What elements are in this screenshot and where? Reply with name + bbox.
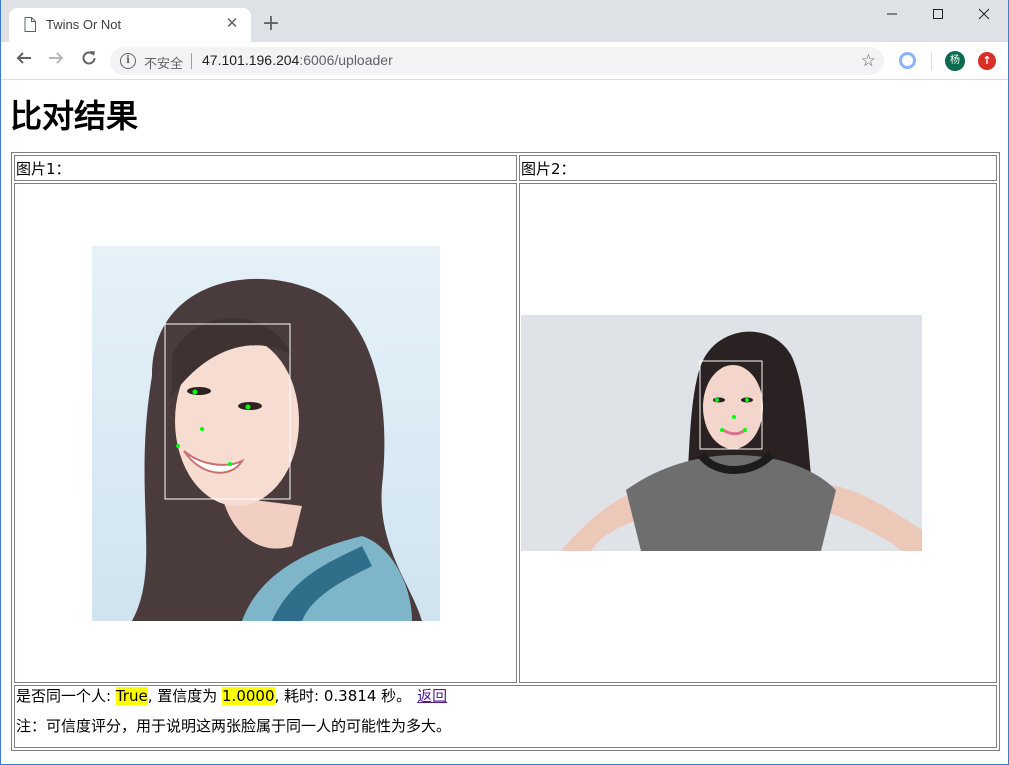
landmark-point xyxy=(732,415,736,419)
result-line: 是否同一个人: True, 置信度为 1.0000, 耗时: 0.3814 秒。… xyxy=(16,687,995,705)
time-prefix: , 耗时: xyxy=(274,687,324,705)
forward-button[interactable] xyxy=(44,49,68,73)
maximize-button[interactable] xyxy=(915,2,961,30)
note-text: 注：可信度评分，用于说明这两张脸属于同一人的可能性为多大。 xyxy=(16,717,452,735)
image2-label: 图片2： xyxy=(519,155,997,181)
arrow-left-icon xyxy=(16,52,31,64)
extension-icon[interactable] xyxy=(899,52,916,69)
minimize-icon xyxy=(887,13,897,15)
tab-strip: Twins Or Not ✕ + xyxy=(1,0,1008,42)
image1-cell xyxy=(14,183,517,683)
bookmark-star-icon[interactable]: ☆ xyxy=(861,51,876,71)
landmark-point xyxy=(227,461,232,466)
landmark-point xyxy=(175,443,180,448)
close-tab-icon[interactable]: ✕ xyxy=(223,14,241,32)
minimize-button[interactable] xyxy=(869,2,915,30)
back-button[interactable] xyxy=(12,49,36,73)
arrow-right-icon xyxy=(49,52,64,64)
profile-avatar[interactable]: 杨 xyxy=(945,51,965,71)
page-title: 比对结果 xyxy=(10,97,139,135)
landmark-point xyxy=(745,398,749,402)
landmark-point xyxy=(720,428,724,432)
landmark-point xyxy=(199,426,204,431)
comparison-table: 图片1： 图片2： 是否同一个人: True, 置信度为 1.0000, 耗时:… xyxy=(11,152,1000,751)
back-link[interactable]: 返回 xyxy=(417,687,447,705)
confidence-prefix: , 置信度为 xyxy=(147,687,223,705)
face-photo-2 xyxy=(521,315,922,551)
url-host: 47.101.196.204 xyxy=(202,52,300,68)
separator xyxy=(931,52,932,70)
close-icon xyxy=(978,8,990,20)
browser-window: Twins Or Not ✕ + i 不安全 47.101.196.204:60… xyxy=(0,0,1009,765)
security-label[interactable]: 不安全 xyxy=(144,53,183,72)
maximize-icon xyxy=(933,9,943,19)
same-person-value: True xyxy=(115,687,148,705)
close-window-button[interactable] xyxy=(961,2,1007,30)
landmark-point xyxy=(743,428,747,432)
page-content: 比对结果 图片1： 图片2： 是否同一个人: True, 置信度为 1.0000… xyxy=(2,81,1008,764)
info-icon[interactable]: i xyxy=(120,53,136,69)
document-icon xyxy=(24,17,36,32)
browser-toolbar: i 不安全 47.101.196.204:6006/uploader ☆ xyxy=(1,42,1008,80)
image1-label: 图片1： xyxy=(14,155,517,181)
tab-title: Twins Or Not xyxy=(46,17,122,32)
face-photo-1 xyxy=(91,245,440,621)
result-cell: 是否同一个人: True, 置信度为 1.0000, 耗时: 0.3814 秒。… xyxy=(14,685,997,748)
time-value: 0.3814 xyxy=(323,687,377,705)
image2-cell xyxy=(519,183,997,683)
reload-icon xyxy=(82,51,96,65)
landmark-point xyxy=(715,398,719,402)
landmark-point xyxy=(245,404,250,409)
url-path: :6006/uploader xyxy=(299,52,393,68)
browser-tab[interactable]: Twins Or Not ✕ xyxy=(9,8,251,42)
separator xyxy=(191,53,192,69)
url-text[interactable]: 47.101.196.204:6006/uploader xyxy=(202,52,393,68)
time-suffix: 秒。 xyxy=(376,687,412,705)
result-prefix: 是否同一个人: xyxy=(16,687,116,705)
update-icon[interactable]: ↑ xyxy=(978,52,996,70)
confidence-value: 1.0000 xyxy=(222,687,275,705)
address-bar[interactable]: i 不安全 47.101.196.204:6006/uploader ☆ xyxy=(110,47,884,75)
reload-button[interactable] xyxy=(77,49,101,73)
landmark-point xyxy=(192,389,197,394)
new-tab-button[interactable]: + xyxy=(259,12,283,36)
